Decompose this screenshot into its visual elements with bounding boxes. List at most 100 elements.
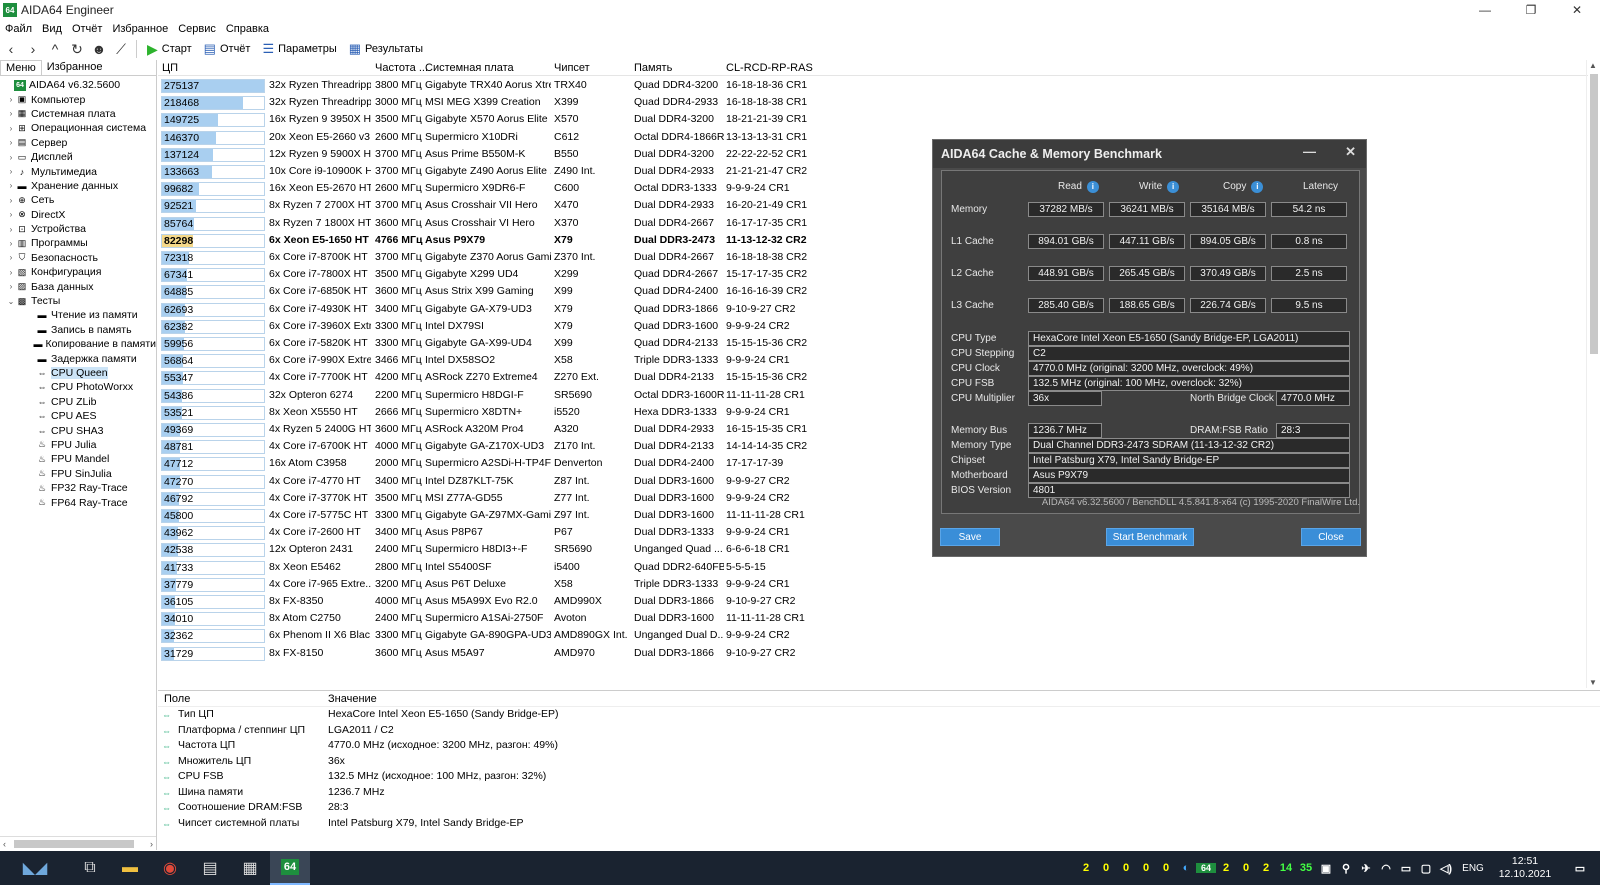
bench-copy-value[interactable]: 894.05 GB/s	[1190, 234, 1266, 249]
tree-item[interactable]: ⇔ CPU AES	[0, 409, 156, 423]
minimize-icon[interactable]: —	[1462, 0, 1508, 20]
info-icon[interactable]: i	[1167, 181, 1180, 193]
tree-item[interactable]: › ▣ Компьютер	[0, 92, 156, 106]
clock[interactable]: 12:51 12.10.2021	[1490, 855, 1560, 881]
cpu-monitor-icon[interactable]: ▦	[230, 851, 270, 885]
memory-bus-field[interactable]: 1236.7 MHz	[1028, 423, 1102, 438]
forward-icon[interactable]: ›	[22, 39, 44, 59]
bench-write-value[interactable]: 447.11 GB/s	[1109, 234, 1185, 249]
scroll-right-icon[interactable]: ›	[150, 839, 153, 849]
sensor-icon[interactable]: ▣	[1316, 862, 1336, 875]
col-chipset[interactable]: Чипсет	[554, 62, 590, 74]
tree-item[interactable]: › ▬ Хранение данных	[0, 179, 156, 193]
up-icon[interactable]: ^	[44, 39, 66, 59]
tree-item[interactable]: ♨ FPU SinJulia	[0, 467, 156, 481]
expand-icon[interactable]: ›	[6, 124, 16, 133]
bench-read-value[interactable]: 448.91 GB/s	[1028, 266, 1104, 281]
menu-report[interactable]: Отчёт	[67, 23, 107, 35]
horizontal-scrollbar[interactable]: ‹ ›	[0, 836, 156, 850]
tree-item[interactable]: ♨ FPU Julia	[0, 438, 156, 452]
tree-item[interactable]: › ⊡ Устройства	[0, 222, 156, 236]
bench-write-value[interactable]: 188.65 GB/s	[1109, 298, 1185, 313]
tree-item[interactable]: ⌄ ▩ Тесты	[0, 294, 156, 308]
expand-icon[interactable]: ›	[6, 253, 16, 262]
scroll-left-icon[interactable]: ‹	[3, 839, 6, 849]
tree-item[interactable]: › ▥ Программы	[0, 236, 156, 250]
scroll-down-icon[interactable]: ▼	[1589, 678, 1597, 687]
nb-clock-field[interactable]: 4770.0 MHz	[1276, 391, 1350, 406]
dialog-minimize-icon[interactable]: —	[1303, 144, 1316, 159]
tree-item[interactable]: ▬ Чтение из памяти	[0, 308, 156, 322]
volume-icon[interactable]: ◁)	[1436, 862, 1456, 875]
dram-ratio-field[interactable]: 28:3	[1276, 423, 1350, 438]
tree-item[interactable]: ▬ Запись в память	[0, 323, 156, 337]
menu-help[interactable]: Справка	[221, 23, 274, 35]
cpu-type-field[interactable]: HexaCore Intel Xeon E5-1650 (Sandy Bridg…	[1028, 331, 1350, 346]
close-icon[interactable]: ✕	[1554, 0, 1600, 20]
start-button[interactable]: ▶ Старт	[141, 39, 198, 59]
details-row[interactable]: ⇔ Чипсет системной платы Intel Patsburg X7…	[158, 816, 1600, 832]
aida64-taskbar-icon[interactable]: 64	[270, 851, 310, 885]
dialog-close-icon[interactable]: ✕	[1345, 144, 1356, 160]
tab-favorites[interactable]: Избранное	[42, 60, 108, 75]
details-col-field[interactable]: Поле	[164, 693, 190, 705]
motherboard-field[interactable]: Asus P9X79	[1028, 468, 1350, 483]
table-row[interactable]: 218468 32x Ryzen Threadripp... 3000 МГц MSI…	[158, 94, 1158, 112]
bench-write-value[interactable]: 265.45 GB/s	[1109, 266, 1185, 281]
info-icon[interactable]: i	[1086, 181, 1099, 193]
bench-read-value[interactable]: 894.01 GB/s	[1028, 234, 1104, 249]
menu-favorites[interactable]: Избранное	[107, 23, 173, 35]
usb-icon[interactable]: ⚲	[1336, 862, 1356, 875]
tree-item[interactable]: › ▨ База данных	[0, 279, 156, 293]
display-icon[interactable]: ▢	[1416, 862, 1436, 875]
details-row[interactable]: ⇔ Тип ЦП HexaCore Intel Xeon E5-1650 (Sand…	[158, 707, 1600, 723]
aida64-tray-icon[interactable]: 64	[1196, 863, 1216, 873]
tree-item[interactable]: › ▦ Системная плата	[0, 107, 156, 121]
expand-icon[interactable]: ›	[6, 282, 16, 291]
task-view-icon[interactable]: ⧉	[70, 851, 110, 885]
results-button[interactable]: ▦ Результаты	[343, 39, 429, 59]
tree-item[interactable]: › ⊞ Операционная система	[0, 121, 156, 135]
expand-icon[interactable]: ›	[6, 239, 16, 248]
expand-icon[interactable]: ›	[6, 109, 16, 118]
menu-file[interactable]: Файл	[0, 23, 37, 35]
start-menu-icon[interactable]: ◣◢	[0, 851, 70, 885]
tree-item[interactable]: ⇔ CPU PhotoWorxx	[0, 380, 156, 394]
expand-icon[interactable]: ›	[6, 210, 16, 219]
scroll-up-icon[interactable]: ▲	[1589, 61, 1597, 70]
battery-icon[interactable]: ▭	[1396, 862, 1416, 875]
table-row[interactable]: 36105 8x FX-8350 4000 МГц Asus M5A99X Evo R…	[158, 593, 1158, 611]
expand-icon[interactable]: ⌄	[6, 297, 16, 306]
tree-item[interactable]: 64 AIDA64 v6.32.5600	[0, 78, 156, 92]
details-row[interactable]: ⇔ Множитель ЦП 36x	[158, 754, 1600, 770]
tree-item[interactable]: › ⛉ Безопасность	[0, 251, 156, 265]
chrome-icon[interactable]: ◉	[150, 851, 190, 885]
restore-icon[interactable]: ❐	[1508, 0, 1554, 20]
info-icon[interactable]: i	[1251, 181, 1264, 193]
cpu-clock-field[interactable]: 4770.0 MHz (original: 3200 MHz, overcloc…	[1028, 361, 1350, 376]
bench-copy-value[interactable]: 370.49 GB/s	[1190, 266, 1266, 281]
vertical-scrollbar[interactable]: ▲ ▼	[1586, 60, 1600, 688]
close-button[interactable]: Close	[1301, 528, 1361, 546]
expand-icon[interactable]: ›	[6, 268, 16, 277]
refresh-icon[interactable]: ↻	[66, 39, 88, 59]
table-row[interactable]: 32362 6x Phenom II X6 Blac... 3300 МГц Giga…	[158, 627, 1158, 645]
file-explorer-icon[interactable]: ▬	[110, 851, 150, 885]
user-icon[interactable]: ☻	[88, 39, 110, 59]
wifi-icon[interactable]: ◠	[1376, 862, 1396, 875]
bios-version-field[interactable]: 4801	[1028, 483, 1350, 498]
bench-write-value[interactable]: 36241 MB/s	[1109, 202, 1185, 217]
back-icon[interactable]: ‹	[0, 39, 22, 59]
table-row[interactable]: 34010 8x Atom C2750 2400 МГц Supermicro A1S…	[158, 610, 1158, 628]
col-memory[interactable]: Память	[634, 62, 672, 74]
tree-item[interactable]: › ♪ Мультимедиа	[0, 164, 156, 178]
expand-icon[interactable]: ›	[6, 153, 16, 162]
language-indicator[interactable]: ENG	[1456, 863, 1490, 874]
expand-icon[interactable]: ›	[6, 181, 16, 190]
chipset-field[interactable]: Intel Patsburg X79, Intel Sandy Bridge-E…	[1028, 453, 1350, 468]
notepad-icon[interactable]: ▤	[190, 851, 230, 885]
tab-menu[interactable]: Меню	[0, 60, 42, 75]
tree-item[interactable]: › ▭ Дисплей	[0, 150, 156, 164]
memory-type-field[interactable]: Dual Channel DDR3-2473 SDRAM (11-13-12-3…	[1028, 438, 1350, 453]
table-row[interactable]: 41733 8x Xeon E5462 2800 МГц Intel S5400SF i…	[158, 559, 1158, 577]
